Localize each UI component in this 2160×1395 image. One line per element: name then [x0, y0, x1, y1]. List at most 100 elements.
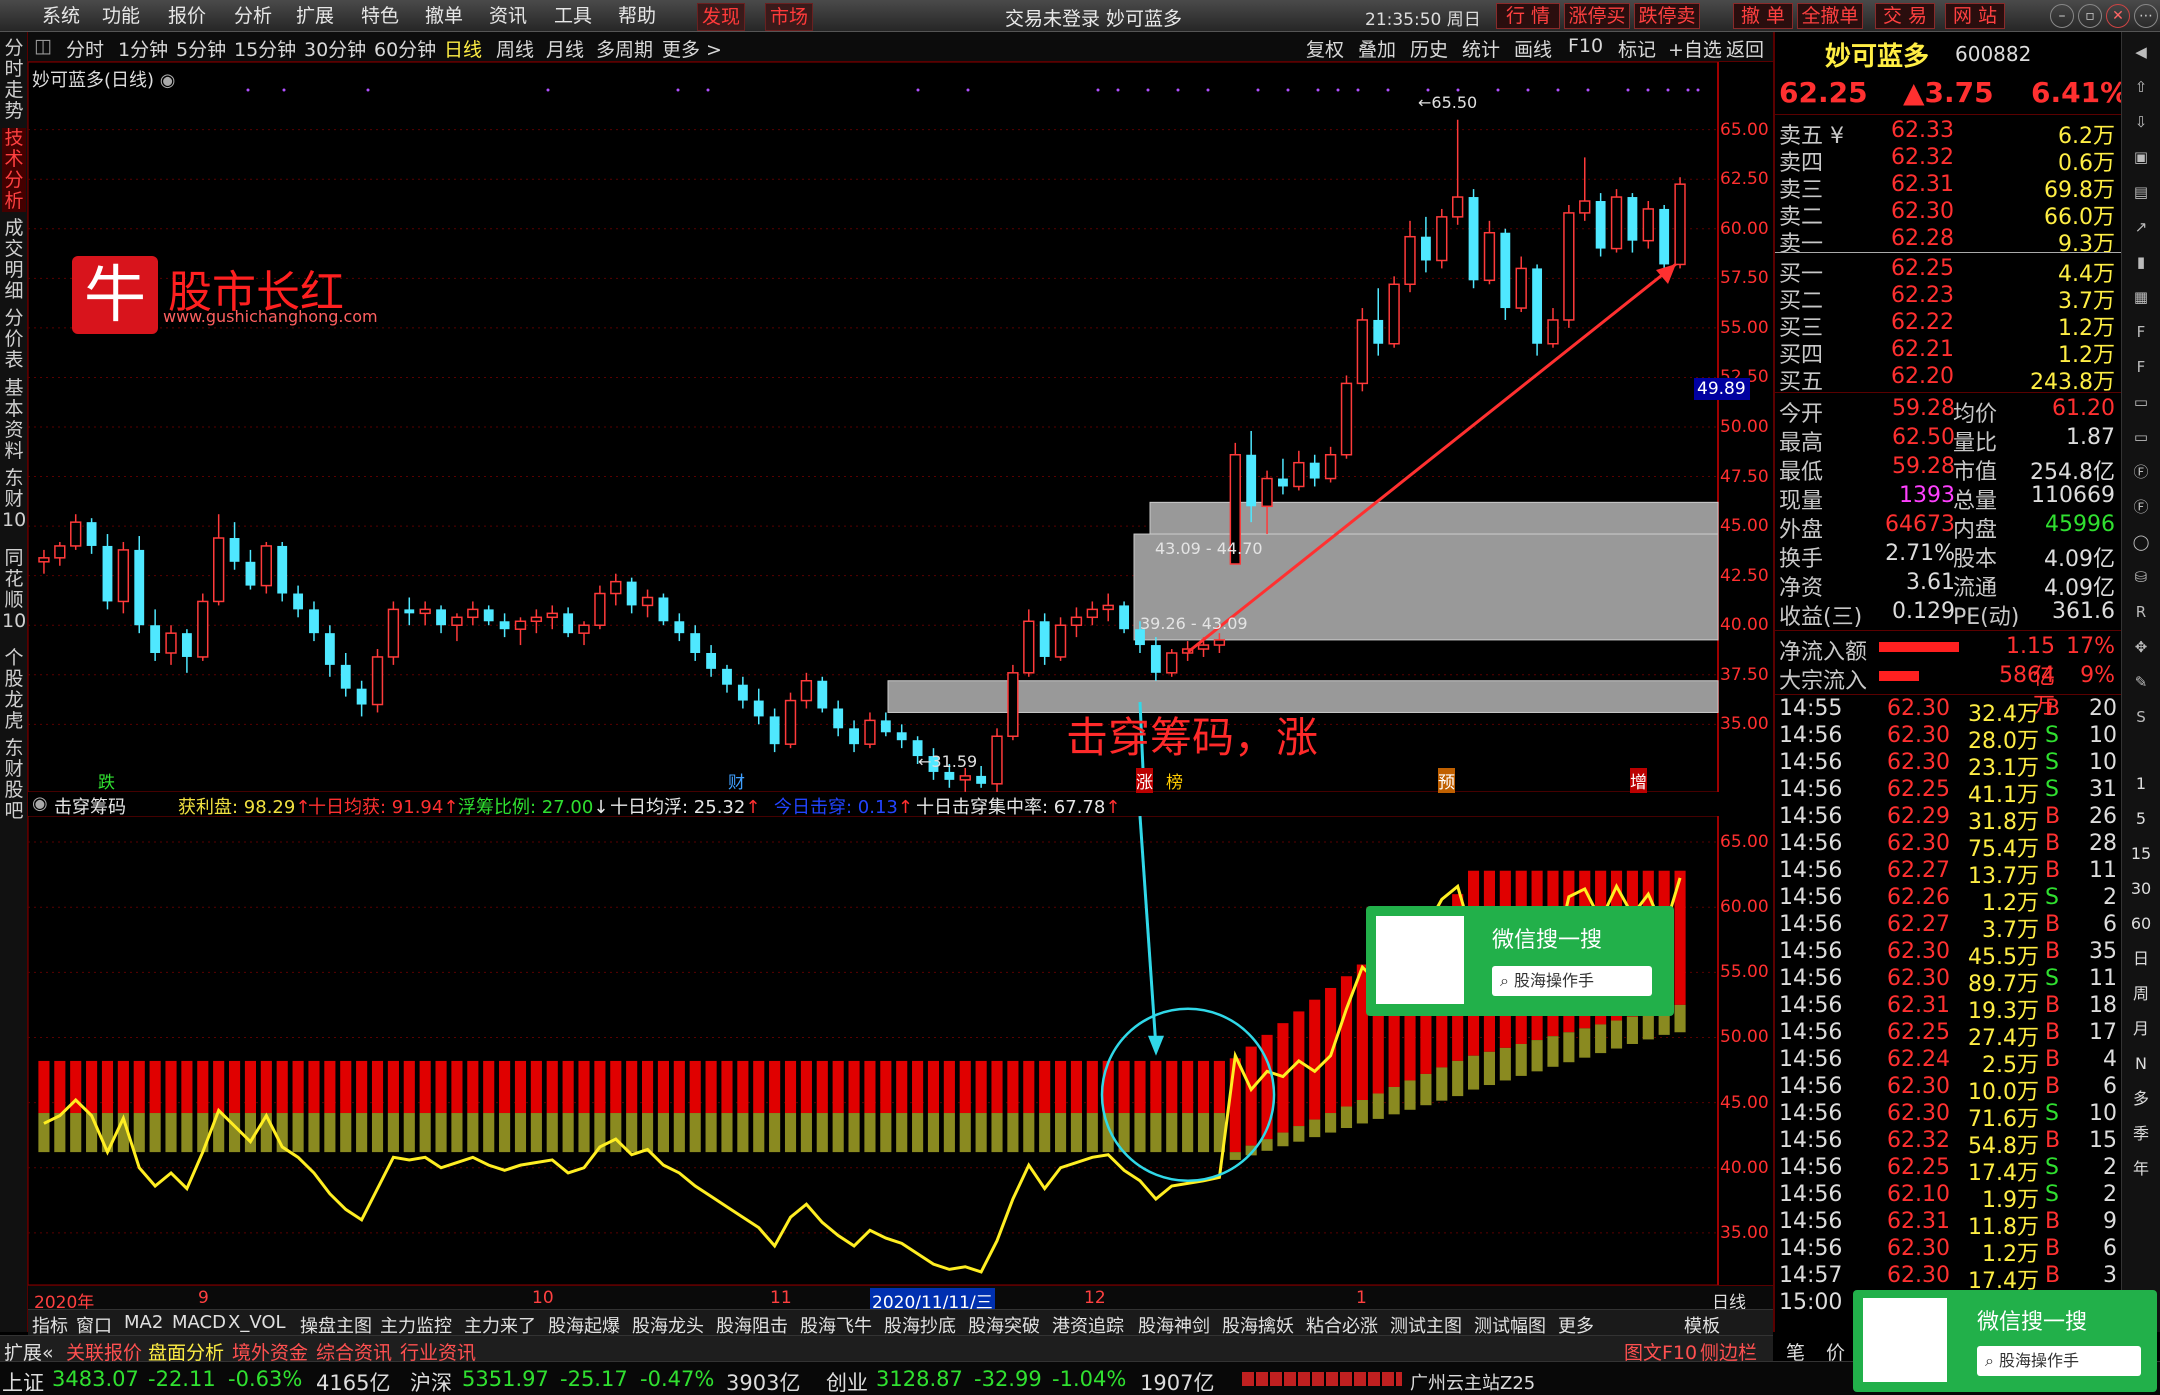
- nav-dragon-tiger[interactable]: 个股龙虎: [2, 648, 26, 732]
- menu-cancel-order[interactable]: 撤单: [425, 3, 463, 29]
- window-icon[interactable]: ▭: [2126, 390, 2156, 414]
- event-marker-rank[interactable]: 榜: [1166, 768, 1183, 793]
- grid-icon[interactable]: ▣: [2126, 145, 2156, 169]
- rsi-icon[interactable]: R: [2126, 600, 2156, 624]
- menu-extend[interactable]: 扩展: [296, 3, 334, 29]
- indicator-tab[interactable]: X_VOL: [228, 1312, 286, 1333]
- table-icon[interactable]: ▤: [2126, 180, 2156, 204]
- event-marker-finance[interactable]: 财: [728, 768, 745, 793]
- chart-settings-icon[interactable]: ◉: [160, 70, 176, 91]
- restore-icon[interactable]: ▫: [2078, 4, 2102, 28]
- candle-icon[interactable]: ▮: [2126, 250, 2156, 274]
- period-shortcut[interactable]: 30: [2126, 877, 2156, 901]
- period-shortcut[interactable]: 周: [2126, 982, 2156, 1006]
- panel-toggle-icon[interactable]: ◫: [34, 35, 52, 57]
- trade-btn-cancel[interactable]: 撤 单: [1733, 3, 1793, 29]
- menu-news[interactable]: 资讯: [489, 3, 527, 29]
- event-marker-increase[interactable]: 增: [1630, 768, 1647, 793]
- period-shortcut[interactable]: 日: [2126, 947, 2156, 971]
- index-cy-name[interactable]: 创业: [826, 1367, 868, 1395]
- nav-eastmoney-10[interactable]: 东财10: [2, 468, 26, 531]
- wechat-promo-corner[interactable]: 微信搜一搜 ⌕ 股海操作手: [1853, 1290, 2157, 1392]
- indicator-tab[interactable]: MACD: [172, 1312, 226, 1333]
- circle-icon[interactable]: ◯: [2126, 530, 2156, 554]
- period-60min[interactable]: 60分钟: [374, 35, 436, 62]
- nav-eastmoney-forum[interactable]: 东财股吧: [2, 738, 26, 822]
- nav-intraday[interactable]: 分时走势: [2, 38, 26, 122]
- menu-analysis[interactable]: 分析: [234, 3, 272, 29]
- period-weekly[interactable]: 周线: [496, 35, 534, 62]
- f11-icon[interactable]: F: [2126, 355, 2156, 379]
- period-15min[interactable]: 15分钟: [234, 35, 296, 62]
- collapse-icon[interactable]: ◀: [2126, 40, 2156, 64]
- period-shortcut[interactable]: 5: [2126, 807, 2156, 831]
- indicator-settings-icon[interactable]: ◉: [32, 793, 48, 814]
- period-shortcut[interactable]: 多: [2126, 1087, 2156, 1111]
- tool-restore-rights[interactable]: 复权: [1306, 35, 1344, 62]
- indicator-tab[interactable]: MA2: [124, 1312, 163, 1333]
- nav-trade-detail[interactable]: 成交明细: [2, 218, 26, 302]
- window2-icon[interactable]: ▭: [2126, 425, 2156, 449]
- wechat-search-box[interactable]: ⌕ 股海操作手: [1492, 966, 1652, 996]
- index-hs-name[interactable]: 沪深: [410, 1367, 452, 1395]
- period-30min[interactable]: 30分钟: [304, 35, 366, 62]
- period-shortcut[interactable]: 月: [2126, 1017, 2156, 1041]
- period-1min[interactable]: 1分钟: [118, 35, 168, 62]
- pen-icon[interactable]: ✎: [2126, 670, 2156, 694]
- tool-history[interactable]: 历史: [1410, 35, 1448, 62]
- db-icon[interactable]: ⛁: [2126, 565, 2156, 589]
- tool-back[interactable]: 返回: [1726, 35, 1764, 62]
- trade-btn-cancel-all[interactable]: 全撤单: [1797, 3, 1863, 29]
- period-monthly[interactable]: 月线: [546, 35, 584, 62]
- f10-icon[interactable]: F: [2126, 320, 2156, 344]
- chip-indicator-chart[interactable]: [28, 816, 1773, 1285]
- tool-add-watchlist[interactable]: +自选: [1668, 35, 1722, 62]
- page-down-icon[interactable]: ⇩: [2126, 110, 2156, 134]
- menu-feature[interactable]: 特色: [361, 3, 399, 29]
- tool-mark[interactable]: 标记: [1618, 35, 1656, 62]
- panel-icon[interactable]: ▦: [2126, 285, 2156, 309]
- event-marker-rise[interactable]: 涨: [1136, 768, 1153, 793]
- period-shortcut[interactable]: 15: [2126, 842, 2156, 866]
- trend-icon[interactable]: ↗: [2126, 215, 2156, 239]
- trade-btn-website[interactable]: 网 站: [1945, 3, 2005, 29]
- server-name[interactable]: 广州云主站Z25: [1410, 1369, 1535, 1395]
- period-shortcut[interactable]: 季: [2126, 1122, 2156, 1146]
- nav-fundamentals[interactable]: 基本资料: [2, 378, 26, 462]
- wechat-corner-search-box[interactable]: ⌕ 股海操作手: [1977, 1346, 2141, 1376]
- trade-btn-trade[interactable]: 交 易: [1875, 3, 1935, 29]
- period-timeshare[interactable]: 分时: [66, 35, 104, 62]
- tool-draw-line[interactable]: 画线: [1514, 35, 1552, 62]
- kline-chart[interactable]: [28, 62, 1773, 792]
- trade-btn-limit-up-buy[interactable]: 涨停买: [1564, 3, 1630, 29]
- close-icon[interactable]: ✕: [2106, 4, 2130, 28]
- menu-system[interactable]: 系统: [42, 3, 80, 29]
- menu-function[interactable]: 功能: [102, 3, 140, 29]
- minimize-icon[interactable]: –: [2050, 4, 2074, 28]
- period-shortcut[interactable]: 年: [2126, 1157, 2156, 1181]
- page-up-icon[interactable]: ⇧: [2126, 75, 2156, 99]
- event-marker-fall[interactable]: 跌: [98, 768, 115, 793]
- move-icon[interactable]: ✥: [2126, 635, 2156, 659]
- period-5min[interactable]: 5分钟: [176, 35, 226, 62]
- period-shortcut[interactable]: 1: [2126, 772, 2156, 796]
- menu-help[interactable]: 帮助: [618, 3, 656, 29]
- fund-icon[interactable]: Ⓕ: [2126, 460, 2156, 484]
- menu-market[interactable]: 市场: [765, 3, 814, 31]
- index-sh-name[interactable]: 上证: [2, 1367, 44, 1395]
- menu-discover[interactable]: 发现: [697, 3, 746, 31]
- menu-quote[interactable]: 报价: [168, 3, 206, 29]
- nav-ths-10[interactable]: 同花顺10: [2, 548, 26, 632]
- wechat-promo[interactable]: 微信搜一搜 ⌕ 股海操作手: [1366, 906, 1674, 1016]
- nav-price-table[interactable]: 分价表: [2, 308, 26, 371]
- nav-technical[interactable]: 技术分析: [2, 128, 26, 212]
- period-more[interactable]: 更多 >: [662, 35, 722, 62]
- trade-btn-limit-down-sell[interactable]: 跌停卖: [1634, 3, 1700, 29]
- menu-extra-icon[interactable]: ⋯: [2134, 4, 2158, 28]
- tool-statistics[interactable]: 统计: [1462, 35, 1500, 62]
- period-shortcut[interactable]: 60: [2126, 912, 2156, 936]
- event-marker-forecast[interactable]: 预: [1438, 768, 1455, 793]
- period-multi[interactable]: 多周期: [596, 35, 653, 62]
- finance-icon[interactable]: Ⓕ: [2126, 495, 2156, 519]
- period-shortcut[interactable]: N: [2126, 1052, 2156, 1076]
